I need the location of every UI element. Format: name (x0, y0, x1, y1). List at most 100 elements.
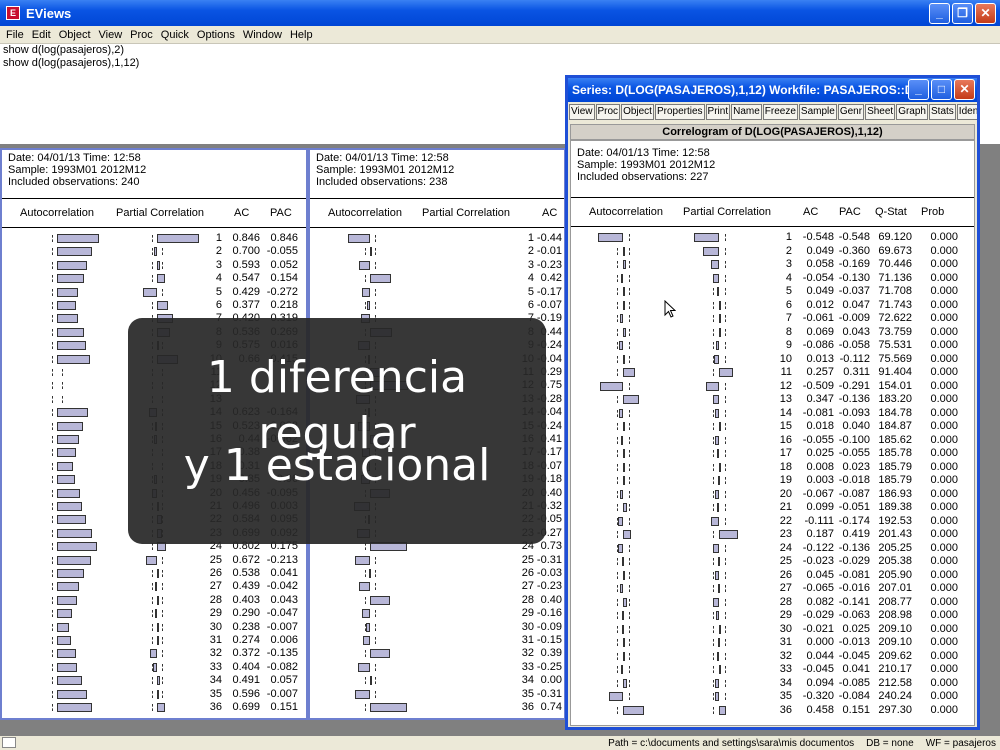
qstat-value: 154.01 (878, 379, 912, 392)
correlation-bar (718, 584, 721, 593)
maximize-button[interactable]: □ (931, 79, 952, 100)
prob-value: 0.000 (930, 312, 958, 324)
confidence-bound (725, 288, 726, 295)
ac-value: 0.049 (806, 244, 834, 257)
status-db: DB = none (866, 737, 914, 749)
caption-overlay: 1 diferencia regular y 1 estacional (128, 318, 546, 544)
confidence-bound (725, 598, 726, 606)
stats-button[interactable]: Stats (929, 104, 956, 120)
pac-value: 0.151 (842, 703, 870, 716)
proc-button[interactable]: Proc (595, 104, 621, 120)
ac-value: -0.07 (536, 299, 562, 311)
confidence-bound (725, 409, 726, 417)
prob-header: Prob (921, 206, 945, 218)
confidence-bound (629, 247, 630, 255)
correlation-bar (717, 557, 720, 566)
ac-value: 0.257 (806, 366, 834, 378)
ident-button[interactable]: Ident (956, 104, 977, 120)
confidence-bound (52, 462, 53, 470)
correlogram-row: 26 0.538 0.041 (2, 567, 306, 580)
correlation-bar (57, 421, 84, 431)
menu-object[interactable]: Object (57, 29, 97, 41)
confidence-bound (152, 248, 153, 256)
genr-button[interactable]: Genr (837, 104, 865, 120)
correlation-bar (623, 354, 625, 364)
menu-help[interactable]: Help (288, 29, 319, 41)
correlation-bar (718, 314, 721, 323)
confidence-bound (713, 531, 714, 538)
menu-view[interactable]: View (97, 29, 129, 41)
correlation-bar (57, 502, 82, 511)
ac-value: -0.25 (536, 660, 562, 673)
pac-value: -0.100 (838, 433, 870, 446)
confidence-bound (162, 596, 163, 604)
confidence-bound (713, 328, 714, 336)
lag-value: 8 (785, 325, 792, 338)
menu-options[interactable]: Options (195, 29, 241, 41)
view-button[interactable]: View (569, 104, 595, 120)
confidence-bound (52, 677, 53, 685)
restore-button[interactable]: ❐ (952, 3, 973, 24)
menu-window[interactable]: Window (241, 29, 288, 41)
confidence-bound (617, 247, 618, 255)
name-button[interactable]: Name (731, 104, 762, 120)
qstat-value: 75.569 (878, 352, 912, 365)
app-titlebar[interactable]: E EViews _ ❐ ✕ (0, 0, 1000, 26)
correlation-bar (57, 274, 85, 284)
confidence-bound (629, 409, 630, 417)
qstat-value: 71.708 (878, 285, 912, 297)
confidence-bound (629, 652, 630, 660)
confidence-bound (725, 234, 726, 241)
command-line[interactable]: show d(log(pasajeros),1,12) (3, 57, 997, 70)
confidence-bound (152, 704, 153, 711)
qstat-value: 210.17 (878, 663, 912, 675)
correlogram-row: 29 -0.029 -0.063 208.98 0.000 (571, 609, 974, 622)
series-window[interactable]: Series: D(LOG(PASAJEROS),1,12) Workfile:… (565, 75, 980, 730)
confidence-bound (152, 570, 153, 577)
confidence-bound (52, 596, 53, 604)
correlation-bar (623, 422, 625, 431)
command-line[interactable]: show d(log(pasajeros),2) (3, 44, 997, 57)
correlation-bar (623, 246, 626, 256)
correlogram-body[interactable]: Date: 04/01/13 Time: 12:58 Sample: 1993M… (570, 140, 975, 726)
menu-quick[interactable]: Quick (159, 29, 195, 41)
close-button[interactable]: ✕ (954, 79, 975, 100)
ac-value: 0.593 (232, 258, 260, 271)
close-button[interactable]: ✕ (975, 3, 996, 24)
sheet-button[interactable]: Sheet (865, 104, 896, 120)
ac-value: -0.509 (802, 379, 834, 392)
series-window-title: Series: D(LOG(PASAJEROS),1,12) Workfile:… (572, 83, 924, 97)
properties-button[interactable]: Properties (654, 104, 705, 120)
print-button[interactable]: Print (705, 104, 731, 120)
correlation-bar (623, 287, 626, 296)
correlogram-row: 15 0.018 0.040 184.87 0.000 (571, 420, 974, 433)
correlation-bar (623, 651, 625, 661)
confidence-bound (365, 543, 366, 551)
series-window-titlebar[interactable]: Series: D(LOG(PASAJEROS),1,12) Workfile:… (568, 78, 977, 102)
confidence-bound (725, 436, 726, 444)
confidence-bound (629, 328, 630, 336)
minimize-button[interactable]: _ (929, 3, 950, 24)
prob-value: 0.000 (930, 393, 958, 405)
freeze-button[interactable]: Freeze (762, 104, 798, 120)
pac-value: 0.041 (270, 567, 298, 579)
graph-button[interactable]: Graph (896, 104, 928, 120)
menu-file[interactable]: File (4, 29, 30, 41)
qstat-value: 201.43 (878, 528, 912, 540)
pac-value: -0.045 (838, 649, 870, 662)
menu-edit[interactable]: Edit (30, 29, 57, 41)
pac-header: PAC (270, 207, 292, 219)
confidence-bound (162, 261, 163, 269)
menu-proc[interactable]: Proc (128, 29, 159, 41)
correlation-bar (718, 638, 721, 647)
lag-value: 30 (521, 620, 534, 633)
sample-button[interactable]: Sample (798, 104, 837, 120)
ac-value: 0.069 (806, 325, 834, 338)
confidence-bound (365, 677, 366, 685)
ac-value: 0.082 (806, 595, 834, 608)
lag-value: 33 (209, 660, 222, 673)
minimize-button[interactable]: _ (908, 79, 929, 100)
correlation-bar (623, 597, 627, 607)
object-button[interactable]: Object (621, 104, 654, 120)
correlation-bar (57, 461, 73, 471)
